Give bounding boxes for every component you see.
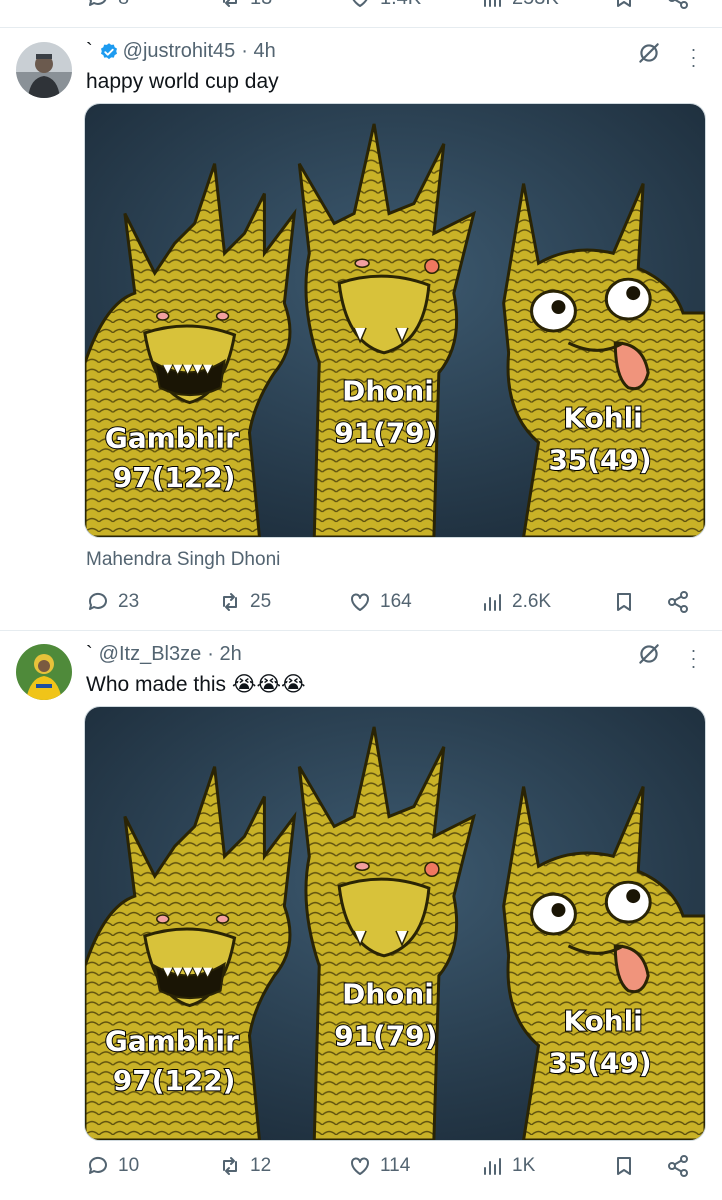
meme-label-middle-name: Dhoni bbox=[342, 375, 434, 408]
like-button[interactable]: 164 bbox=[348, 590, 412, 614]
retweet-icon bbox=[223, 1157, 237, 1175]
avatar[interactable] bbox=[16, 42, 72, 98]
reply-icon bbox=[88, 592, 107, 610]
retweet-icon bbox=[223, 593, 237, 611]
retweet-button[interactable]: 13 bbox=[218, 0, 272, 10]
dragon-meme-image: Gambhir 97(122) Dhoni 91(79) Kohli 35(49… bbox=[85, 104, 705, 537]
crying-emoji: 😭😭😭 bbox=[231, 673, 306, 696]
views-count: 1K bbox=[512, 1155, 536, 1176]
views-count: 2.6K bbox=[512, 591, 552, 612]
views-icon bbox=[484, 1158, 501, 1175]
reply-count: 8 bbox=[118, 0, 129, 10]
more-icon[interactable]: · · · bbox=[690, 641, 697, 675]
views-button[interactable]: 1K bbox=[480, 1154, 535, 1178]
meme-label-middle-score: 91(79) bbox=[334, 416, 437, 449]
like-count: 1.4K bbox=[380, 0, 421, 10]
dragon-meme-image: Gambhir 97(122) Dhoni 91(79) Kohli 35(49… bbox=[85, 707, 705, 1140]
like-icon bbox=[352, 0, 368, 7]
handle[interactable]: @justrohit45 bbox=[123, 40, 236, 63]
like-button[interactable]: 114 bbox=[348, 1154, 410, 1178]
like-button[interactable]: 1.4K bbox=[348, 0, 421, 10]
meme-label-right-name: Kohli bbox=[563, 402, 642, 435]
meme-label-right-score: 35(49) bbox=[549, 1046, 652, 1079]
reply-icon bbox=[89, 0, 107, 6]
share-button[interactable] bbox=[666, 1154, 690, 1178]
retweet-count: 13 bbox=[250, 0, 272, 10]
share-icon bbox=[668, 1155, 688, 1177]
tweet-header: ` @Itz_Bl3ze · 2h bbox=[86, 643, 242, 666]
tweet[interactable]: ` @Itz_Bl3ze · 2h · · · Who made this 😭😭😭 … bbox=[0, 632, 722, 1200]
timestamp[interactable]: · 2h bbox=[207, 643, 241, 666]
reply-count: 10 bbox=[118, 1155, 140, 1176]
reply-button[interactable]: 23 bbox=[86, 590, 139, 614]
share-icon bbox=[668, 591, 688, 613]
meme-label-left-score: 97(122) bbox=[113, 1064, 236, 1097]
retweet-icon bbox=[223, 0, 237, 7]
avatar-image bbox=[16, 42, 72, 98]
views-icon bbox=[484, 0, 501, 7]
bookmark-icon bbox=[617, 593, 631, 611]
meme-label-right-score: 35(49) bbox=[549, 443, 652, 476]
like-icon bbox=[351, 593, 369, 611]
display-name[interactable]: ` bbox=[86, 643, 93, 666]
avatar[interactable] bbox=[16, 644, 72, 700]
grok-icon[interactable] bbox=[636, 40, 662, 66]
reply-count: 23 bbox=[118, 591, 140, 612]
verified-badge-icon bbox=[100, 42, 117, 59]
retweet-button[interactable]: 25 bbox=[218, 590, 271, 614]
reply-button[interactable]: 8 bbox=[86, 0, 129, 10]
previous-tweet-actions: 8 13 1.4K 253K bbox=[0, 0, 722, 28]
retweet-count: 12 bbox=[250, 1155, 272, 1176]
share-button[interactable] bbox=[666, 590, 690, 614]
source-label[interactable]: Mahendra Singh Dhoni bbox=[86, 549, 280, 571]
meme-label-left-name: Gambhir bbox=[105, 1024, 239, 1057]
tweet[interactable]: ` @justrohit45 · 4h · · · happy world cup … bbox=[0, 29, 722, 631]
views-icon bbox=[484, 594, 501, 611]
reply-button[interactable]: 10 bbox=[86, 1154, 139, 1178]
display-name[interactable]: ` bbox=[86, 40, 93, 63]
tweet-text: happy world cup day bbox=[86, 70, 279, 93]
tweet-text-content: Who made this bbox=[86, 673, 227, 696]
meme-label-left-name: Gambhir bbox=[105, 421, 239, 454]
timestamp[interactable]: · 4h bbox=[241, 40, 275, 63]
like-count: 164 bbox=[380, 591, 412, 612]
meme-label-right-name: Kohli bbox=[563, 1005, 642, 1038]
like-icon bbox=[351, 1157, 369, 1175]
bookmark-button[interactable] bbox=[612, 0, 636, 10]
tweet-image[interactable]: Gambhir 97(122) Dhoni 91(79) Kohli 35(49… bbox=[84, 103, 706, 538]
bookmark-icon bbox=[617, 1157, 631, 1175]
views-button[interactable]: 2.6K bbox=[480, 590, 551, 614]
tweet-text: Who made this 😭😭😭 bbox=[86, 672, 306, 697]
grok-icon[interactable] bbox=[636, 641, 662, 667]
views-count: 253K bbox=[512, 0, 559, 10]
bookmark-button[interactable] bbox=[612, 1154, 636, 1178]
share-icon bbox=[668, 0, 688, 9]
more-icon[interactable]: · · · bbox=[690, 40, 697, 74]
meme-label-left-score: 97(122) bbox=[113, 461, 236, 494]
tweet-image[interactable]: Gambhir 97(122) Dhoni 91(79) Kohli 35(49… bbox=[84, 706, 706, 1141]
share-button[interactable] bbox=[666, 0, 690, 10]
reply-icon bbox=[88, 1156, 107, 1174]
retweet-button[interactable]: 12 bbox=[218, 1154, 271, 1178]
bookmark-icon bbox=[617, 0, 631, 7]
avatar-image bbox=[16, 644, 72, 700]
bookmark-button[interactable] bbox=[612, 590, 636, 614]
views-button[interactable]: 253K bbox=[480, 0, 559, 10]
meme-label-middle-name: Dhoni bbox=[342, 978, 434, 1011]
meme-label-middle-score: 91(79) bbox=[334, 1019, 437, 1052]
like-count: 114 bbox=[380, 1155, 411, 1176]
tweet-header: ` @justrohit45 · 4h bbox=[86, 40, 276, 63]
handle[interactable]: @Itz_Bl3ze bbox=[99, 643, 202, 666]
retweet-count: 25 bbox=[250, 591, 272, 612]
